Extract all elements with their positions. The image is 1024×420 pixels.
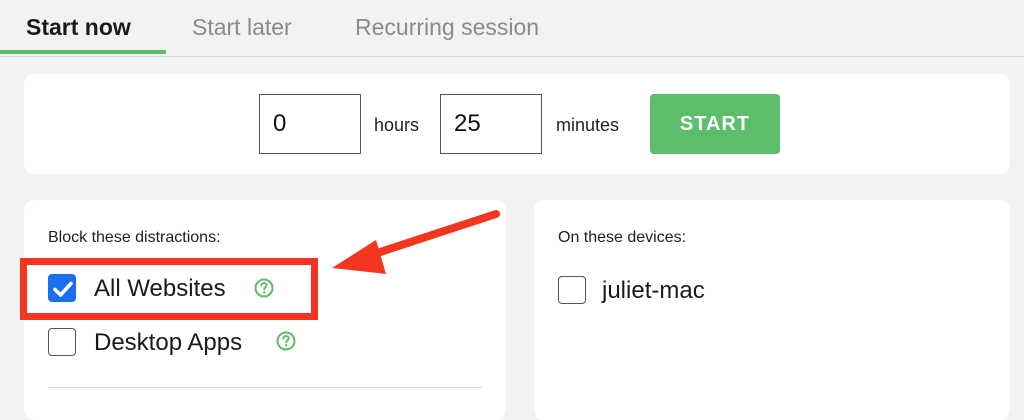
tab-start-later[interactable]: Start later bbox=[192, 10, 292, 50]
device-juliet-mac-label: juliet-mac bbox=[602, 277, 705, 304]
devices-heading: On these devices: bbox=[558, 229, 687, 246]
section-divider bbox=[48, 387, 482, 388]
minutes-label: minutes bbox=[556, 115, 620, 135]
active-tab-indicator bbox=[0, 50, 166, 54]
tab-recurring-session[interactable]: Recurring session bbox=[355, 10, 539, 50]
hours-input[interactable] bbox=[259, 94, 361, 154]
red-arrow-icon bbox=[332, 210, 500, 274]
minutes-input[interactable] bbox=[440, 94, 542, 154]
device-juliet-mac-checkbox[interactable] bbox=[558, 276, 586, 304]
question-circle-icon[interactable] bbox=[276, 331, 296, 351]
annotation-highlight-box bbox=[20, 258, 318, 320]
desktop-apps-checkbox[interactable] bbox=[48, 328, 76, 356]
block-distractions-heading: Block these distractions: bbox=[48, 229, 221, 246]
tab-start-now[interactable]: Start now bbox=[26, 10, 131, 50]
tab-bar: Start now Start later Recurring session bbox=[0, 0, 1024, 57]
start-button[interactable]: START bbox=[650, 94, 780, 154]
hours-label: hours bbox=[374, 115, 420, 135]
desktop-apps-label: Desktop Apps bbox=[94, 329, 243, 356]
